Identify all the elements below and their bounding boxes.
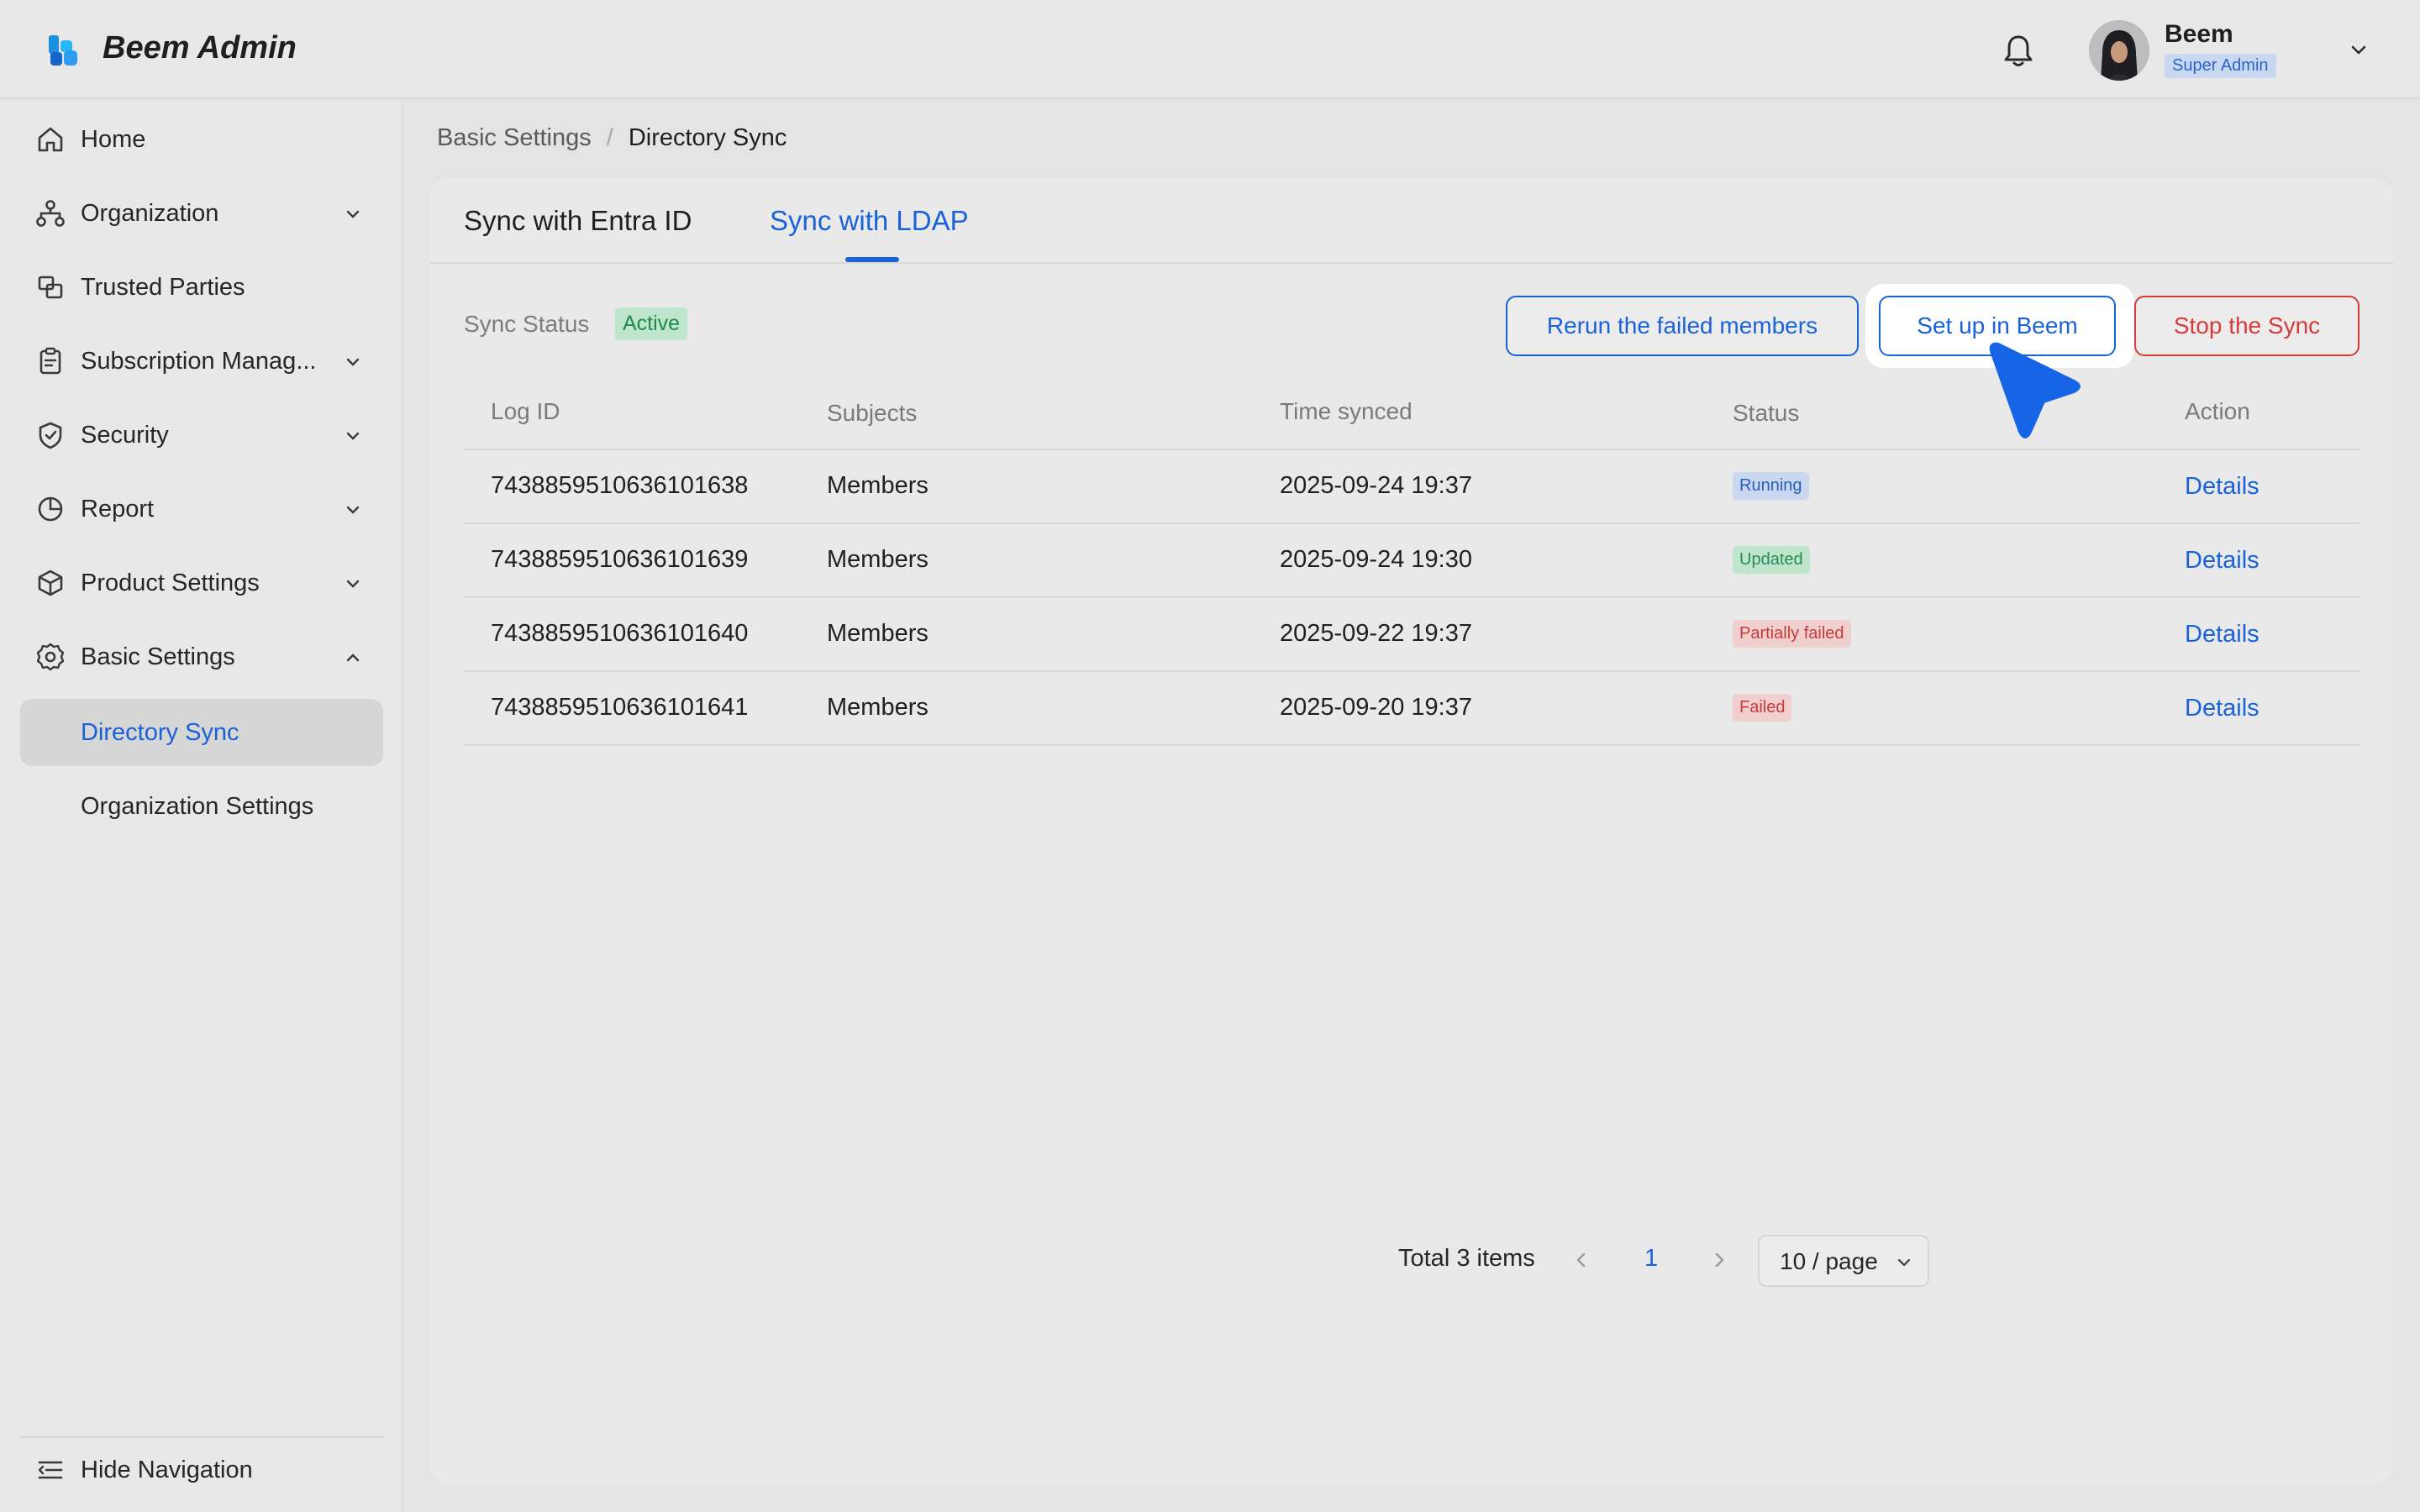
chevron-down-icon <box>346 210 360 218</box>
table-row-divider <box>464 596 2360 598</box>
table-row-divider <box>464 744 2360 746</box>
chevron-left-icon[interactable] <box>1571 1250 1591 1270</box>
beem-logo-icon <box>49 35 77 66</box>
app-title: Beem Admin <box>103 30 297 66</box>
status-badge-failed: Failed <box>1733 694 1792 722</box>
chevron-down-icon <box>1897 1258 1911 1267</box>
cell-subjects: Members <box>827 620 929 647</box>
sidebar: Home Organization Trusted Parties Subscr… <box>0 101 403 1512</box>
breadcrumb-separator: / <box>606 124 613 151</box>
sidebar-item-label: Report <box>81 496 155 522</box>
sidebar-subitem-label: Directory Sync <box>81 719 239 746</box>
sidebar-item-label: Trusted Parties <box>81 274 245 301</box>
cell-time-synced: 2025-09-22 19:37 <box>1280 620 1472 647</box>
details-link[interactable]: Details <box>2185 547 2260 575</box>
sidebar-subitem-organization-settings[interactable]: Organization Settings <box>20 773 383 840</box>
chevron-down-icon <box>346 432 360 440</box>
sidebar-item-label: Home <box>81 126 146 153</box>
column-header-log-id: Log ID <box>491 398 560 424</box>
top-bar: Beem Admin Beem Super Admin <box>0 0 2420 99</box>
sync-status-badge: Active <box>615 307 688 340</box>
user-name: Beem <box>2165 20 2233 48</box>
cube-icon <box>38 570 63 596</box>
home-icon <box>38 127 63 152</box>
sidebar-item-label: Organization <box>81 200 219 227</box>
pagination-page-1[interactable]: 1 <box>1644 1245 1658 1273</box>
chevron-up-icon <box>346 654 360 662</box>
main-card: Sync with Entra ID Sync with LDAP Sync S… <box>430 178 2393 1485</box>
breadcrumb-parent[interactable]: Basic Settings <box>437 124 592 151</box>
tab-sync-entra-id[interactable]: Sync with Entra ID <box>464 205 692 237</box>
column-header-time-synced: Time synced <box>1280 398 1413 424</box>
chevron-down-icon <box>346 580 360 588</box>
details-link[interactable]: Details <box>2185 695 2260 722</box>
breadcrumb-current: Directory Sync <box>628 124 787 151</box>
cell-log-id: 7438859510636101639 <box>491 546 749 573</box>
pagination-total: Total 3 items <box>1398 1245 1535 1272</box>
clipboard-icon <box>39 347 61 375</box>
sidebar-subitem-directory-sync[interactable]: Directory Sync <box>20 699 383 766</box>
avatar[interactable] <box>2089 20 2149 81</box>
cell-log-id: 7438859510636101641 <box>491 694 749 721</box>
sidebar-item-label: Product Settings <box>81 570 260 596</box>
org-chart-icon <box>36 200 65 227</box>
details-link[interactable]: Details <box>2185 473 2260 501</box>
pie-chart-icon <box>38 496 63 522</box>
sidebar-item-home[interactable]: Home <box>20 106 383 173</box>
column-header-subjects: Subjects <box>827 400 918 426</box>
cell-subjects: Members <box>827 472 929 499</box>
tab-sync-ldap[interactable]: Sync with LDAP <box>770 205 969 237</box>
page-size-select[interactable]: 10 / page <box>1758 1235 1929 1287</box>
column-header-action: Action <box>2185 398 2250 424</box>
column-header-status: Status <box>1733 400 1800 426</box>
shield-icon <box>39 422 62 449</box>
table-header-divider <box>464 449 2360 450</box>
sync-status-label: Sync Status <box>464 311 590 337</box>
sidebar-item-trusted-parties[interactable]: Trusted Parties <box>20 254 383 321</box>
status-badge-running: Running <box>1733 472 1809 500</box>
sidebar-item-label: Basic Settings <box>81 643 235 670</box>
cell-time-synced: 2025-09-24 19:30 <box>1280 546 1472 573</box>
sidebar-item-security[interactable]: Security <box>20 402 383 469</box>
sidebar-item-label: Subscription Manag... <box>81 348 317 375</box>
details-link[interactable]: Details <box>2185 621 2260 648</box>
sidebar-item-organization[interactable]: Organization <box>20 180 383 247</box>
table-row-divider <box>464 670 2360 672</box>
sidebar-item-label: Security <box>81 422 169 449</box>
sidebar-subitem-label: Organization Settings <box>81 793 314 820</box>
chevron-down-icon <box>346 358 360 366</box>
mouse-pointer-icon <box>1989 342 2081 438</box>
cell-subjects: Members <box>827 694 929 721</box>
cell-log-id: 7438859510636101640 <box>491 620 749 647</box>
cell-log-id: 7438859510636101638 <box>491 472 749 499</box>
status-badge-partially-failed: Partially failed <box>1733 620 1851 648</box>
chevron-right-icon[interactable] <box>1709 1250 1729 1270</box>
sidebar-item-subscription[interactable]: Subscription Manag... <box>20 328 383 395</box>
sidebar-item-product-settings[interactable]: Product Settings <box>20 549 383 617</box>
collapse-menu-icon <box>38 1461 63 1479</box>
table-row-divider <box>464 522 2360 524</box>
hide-navigation-button[interactable]: Hide Navigation <box>20 1436 383 1504</box>
rerun-failed-members-button[interactable]: Rerun the failed members <box>1506 296 1859 356</box>
bell-icon[interactable] <box>2002 32 2035 69</box>
cell-subjects: Members <box>827 546 929 573</box>
sidebar-item-report[interactable]: Report <box>20 475 383 543</box>
chevron-down-icon <box>346 506 360 514</box>
page-size-value: 10 / page <box>1780 1248 1878 1274</box>
gear-icon <box>36 643 65 671</box>
chevron-down-icon[interactable] <box>2349 42 2368 59</box>
cell-time-synced: 2025-09-20 19:37 <box>1280 694 1472 721</box>
tabs-divider <box>430 262 2393 264</box>
breadcrumb: Basic Settings / Directory Sync <box>437 124 786 152</box>
status-badge-updated: Updated <box>1733 546 1810 574</box>
hide-navigation-label: Hide Navigation <box>81 1457 253 1483</box>
user-role-badge: Super Admin <box>2165 54 2276 78</box>
sidebar-item-basic-settings[interactable]: Basic Settings <box>20 623 383 690</box>
trusted-parties-icon <box>38 276 63 299</box>
stop-sync-button[interactable]: Stop the Sync <box>2134 296 2360 356</box>
cell-time-synced: 2025-09-24 19:37 <box>1280 472 1472 499</box>
